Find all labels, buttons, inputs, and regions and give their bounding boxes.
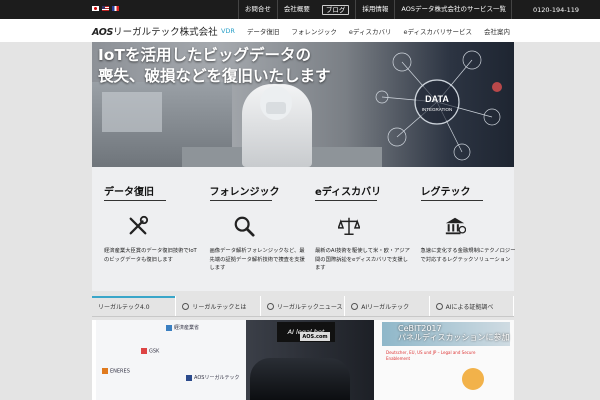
tab-ai-evidence[interactable]: AIによる証拠調べ (430, 296, 515, 316)
ai-icon (351, 302, 359, 310)
us-flag-icon[interactable] (102, 6, 109, 11)
top-link-company[interactable]: 会社概要 (276, 0, 316, 19)
france-flag-icon[interactable] (112, 6, 119, 11)
service-underline (209, 200, 272, 201)
partner-logo: GSK (141, 348, 159, 355)
mascot-icon (462, 368, 484, 390)
partner-logo: 経済産業省 (166, 324, 199, 331)
partner-logos-panel: 経済産業省 GSK ENERES AOSリーガルテック (96, 320, 246, 400)
service-description: 最新のAI技術を駆使して米・欧・アジア間の国際訴訟をeディスカバリで支援します (315, 248, 410, 271)
service-title: フォレンジック (209, 187, 280, 198)
nav-forensic[interactable]: フォレンジック (291, 26, 337, 36)
partner-logo: ENERES (102, 368, 130, 375)
tab-ai-legaltech[interactable]: AIリーガルテック (345, 296, 430, 316)
service-underline (104, 200, 166, 201)
nav-vdr[interactable]: VDR (221, 27, 235, 35)
site-header: AOSリーガルテック株式会社 VDR データ復旧 フォレンジック eディスカバリ… (0, 19, 600, 42)
tools-icon (129, 215, 149, 235)
nav-ediscovery[interactable]: eディスカバリ (349, 26, 392, 36)
news-icon (266, 302, 274, 310)
nav-ediscovery-service[interactable]: eディスカバリサービス (403, 26, 472, 36)
top-links: お問合せ 会社概要 ブログ 採用情報 AOSデータ株式会社のサービス一覧 (237, 0, 512, 19)
scientist-mask (266, 102, 286, 114)
data-network-graphic: DATA INTEGRATION (375, 50, 502, 161)
service-title: eディスカバリ (315, 187, 382, 198)
bank-icon (445, 217, 466, 235)
japan-flag-icon[interactable] (92, 6, 99, 11)
top-link-recruit[interactable]: 採用情報 (355, 0, 394, 19)
hero-title-line1: IoTを活用したビッグデータの (98, 46, 311, 64)
nav-about[interactable]: 会社案内 (484, 26, 510, 36)
scale-icon (338, 217, 360, 235)
nav-data-recovery[interactable]: データ復旧 (247, 26, 280, 36)
hero-title: IoTを活用したビッグデータの 喪失、破損などを復旧いたします (98, 45, 331, 87)
logo-mark: AOS (92, 27, 114, 38)
service-underline (315, 200, 377, 201)
phone-number[interactable]: 0120-194-119 (511, 0, 600, 19)
main-nav: VDR データ復旧 フォレンジック eディスカバリ eディスカバリサービス 会社… (221, 19, 510, 42)
top-link-services[interactable]: AOSデータ株式会社のサービス一覧 (394, 0, 512, 19)
hero-banner[interactable]: DATA INTEGRATION IoTを活用したビッグデータの 喪失、破損など… (92, 42, 514, 167)
search-icon (234, 216, 255, 237)
crowd-silhouette (250, 358, 350, 400)
booth-badge: AOS.com (300, 332, 330, 341)
hero-badge-bottom: INTEGRATION (422, 107, 452, 112)
info-icon (182, 302, 190, 310)
service-card-regtech[interactable]: レグテック 急速に変化する金融規制にテクノロジーで対応するレグテックソリューショ… (409, 167, 516, 291)
tab-legaltech-news[interactable]: リーガルテックニュース (261, 296, 346, 316)
event-gallery[interactable]: 経済産業省 GSK ENERES AOSリーガルテック AI legal bot… (92, 320, 514, 400)
service-description: 画像データ解析フォレンジックなど、最先端の証拠データ解析技術で捜査を支援します (209, 248, 305, 271)
hero-title-line2: 喪失、破損などを復旧いたします (98, 67, 331, 85)
logo-text: リーガルテック株式会社 (113, 27, 218, 38)
top-link-contact[interactable]: お問合せ (237, 0, 277, 19)
tab-legaltech-4[interactable]: リーガルテック4.0 (92, 296, 177, 316)
top-link-blog[interactable]: ブログ (321, 4, 350, 15)
service-underline (420, 200, 483, 201)
evidence-icon (435, 302, 443, 310)
services-section: データ復旧 経済産業大臣賞のデータ復旧技術でIoTのビッグデータも復旧します フ… (92, 167, 516, 291)
service-title: レグテック (420, 187, 471, 198)
language-flags (92, 6, 119, 11)
lab-window (102, 92, 162, 132)
hero-badge-top: DATA (425, 94, 449, 104)
site-logo[interactable]: AOSリーガルテック株式会社 (92, 24, 218, 38)
service-description: 急速に変化する金融規制にテクノロジーで対応するレグテックソリューション (420, 248, 516, 263)
top-bar: お問合せ 会社概要 ブログ 採用情報 AOSデータ株式会社のサービス一覧 012… (0, 0, 600, 19)
cebit-title: CeBIT2017 パネルディスカッションに参加 (398, 324, 510, 342)
service-title: データ復旧 (104, 187, 154, 198)
service-card-forensic[interactable]: フォレンジック 画像データ解析フォレンジックなど、最先端の証拠データ解析技術で捜… (198, 167, 305, 291)
tab-what-is-legaltech[interactable]: リーガルテックとは (176, 296, 261, 316)
service-card-data-recovery[interactable]: データ復旧 経済産業大臣賞のデータ復旧技術でIoTのビッグデータも復旧します (92, 167, 198, 291)
service-description: 経済産業大臣賞のデータ復旧技術でIoTのビッグデータも復旧します (104, 248, 197, 263)
topic-tabs: リーガルテック4.0 リーガルテックとは リーガルテックニュース AIリーガルテ… (92, 296, 515, 317)
partner-logo: AOSリーガルテック (186, 374, 239, 381)
service-card-ediscovery[interactable]: eディスカバリ 最新のAI技術を駆使して米・欧・アジア間の国際訴訟をeディスカバ… (303, 167, 410, 291)
slide-text: Deutscher, EU, US und JP – Legal and Sec… (386, 350, 476, 361)
